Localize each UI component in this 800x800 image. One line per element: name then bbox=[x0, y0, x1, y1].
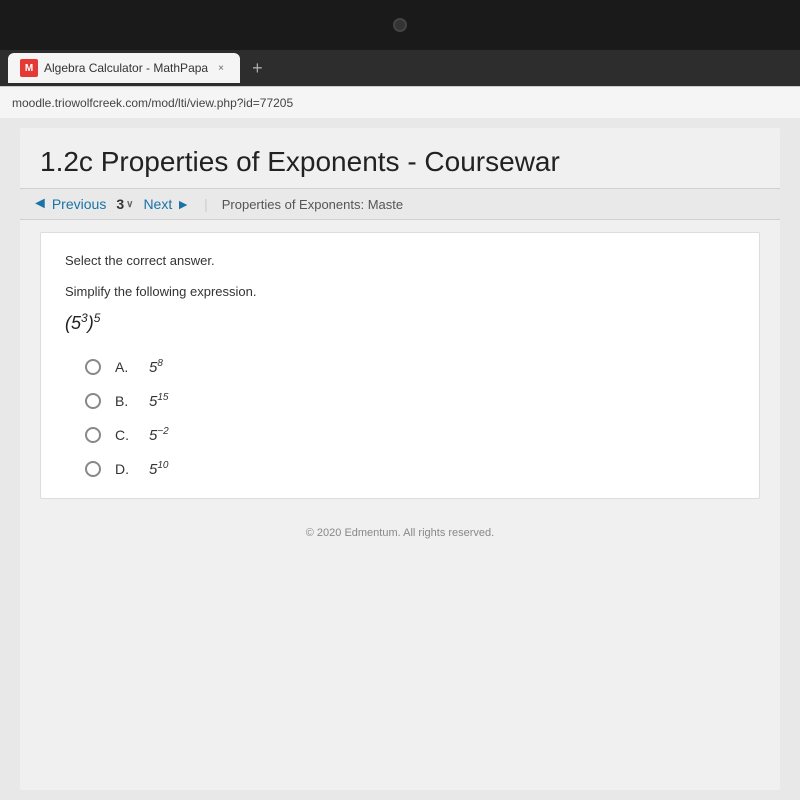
answer-options: A. 58 B. 515 C. 5−2 D. 510 bbox=[65, 358, 735, 478]
previous-label: Previous bbox=[52, 196, 106, 212]
address-bar[interactable]: moodle.triowolfcreek.com/mod/lti/view.ph… bbox=[0, 86, 800, 118]
next-label: Next bbox=[143, 196, 172, 212]
camera-bar bbox=[0, 0, 800, 50]
page-inner: 1.2c Properties of Exponents - Coursewar… bbox=[20, 128, 780, 790]
option-c[interactable]: C. 5−2 bbox=[85, 426, 735, 444]
nav-context: Properties of Exponents: Maste bbox=[222, 197, 403, 212]
instruction-text: Select the correct answer. bbox=[65, 253, 735, 268]
nav-separator: | bbox=[204, 196, 208, 212]
radio-a[interactable] bbox=[85, 359, 101, 375]
option-c-value: 5−2 bbox=[149, 426, 169, 444]
radio-c[interactable] bbox=[85, 427, 101, 443]
option-b-label: B. bbox=[115, 393, 135, 409]
option-b-value: 515 bbox=[149, 392, 168, 410]
new-tab-button[interactable]: + bbox=[244, 58, 271, 79]
tab-favicon: M bbox=[20, 59, 38, 77]
footer-text: © 2020 Edmentum. All rights reserved. bbox=[306, 527, 494, 539]
navigation-bar: ◄ Previous 3 ∨ Next ► | Properties of Ex… bbox=[20, 188, 780, 220]
option-b[interactable]: B. 515 bbox=[85, 392, 735, 410]
option-d-label: D. bbox=[115, 461, 135, 477]
tab-bar: M Algebra Calculator - MathPapa × + bbox=[0, 50, 800, 86]
previous-arrow-icon: ◄ bbox=[32, 195, 48, 213]
option-a[interactable]: A. 58 bbox=[85, 358, 735, 376]
tab-close-button[interactable]: × bbox=[214, 61, 228, 75]
radio-b[interactable] bbox=[85, 393, 101, 409]
page-title: 1.2c Properties of Exponents - Coursewar bbox=[20, 128, 780, 188]
dropdown-arrow-icon: ∨ bbox=[126, 199, 133, 210]
question-text: Simplify the following expression. bbox=[65, 284, 735, 299]
option-a-value: 58 bbox=[149, 358, 163, 376]
quiz-content: Select the correct answer. Simplify the … bbox=[40, 232, 760, 499]
question-number-value: 3 bbox=[116, 196, 124, 212]
url-text: moodle.triowolfcreek.com/mod/lti/view.ph… bbox=[12, 96, 293, 110]
active-tab[interactable]: M Algebra Calculator - MathPapa × bbox=[8, 53, 240, 83]
camera-dot bbox=[393, 18, 407, 32]
next-button[interactable]: Next ► bbox=[143, 196, 190, 212]
question-number[interactable]: 3 ∨ bbox=[116, 196, 133, 212]
previous-button[interactable]: ◄ Previous bbox=[32, 195, 106, 213]
math-expression: (53)5 bbox=[65, 311, 735, 334]
radio-d[interactable] bbox=[85, 461, 101, 477]
next-arrow-icon: ► bbox=[176, 196, 190, 212]
footer: © 2020 Edmentum. All rights reserved. bbox=[20, 511, 780, 555]
option-c-label: C. bbox=[115, 427, 135, 443]
option-d[interactable]: D. 510 bbox=[85, 460, 735, 478]
browser-chrome: M Algebra Calculator - MathPapa × + mood… bbox=[0, 50, 800, 118]
page-content: 1.2c Properties of Exponents - Coursewar… bbox=[0, 118, 800, 800]
option-a-label: A. bbox=[115, 359, 135, 375]
option-d-value: 510 bbox=[149, 460, 168, 478]
tab-title: Algebra Calculator - MathPapa bbox=[44, 61, 208, 75]
